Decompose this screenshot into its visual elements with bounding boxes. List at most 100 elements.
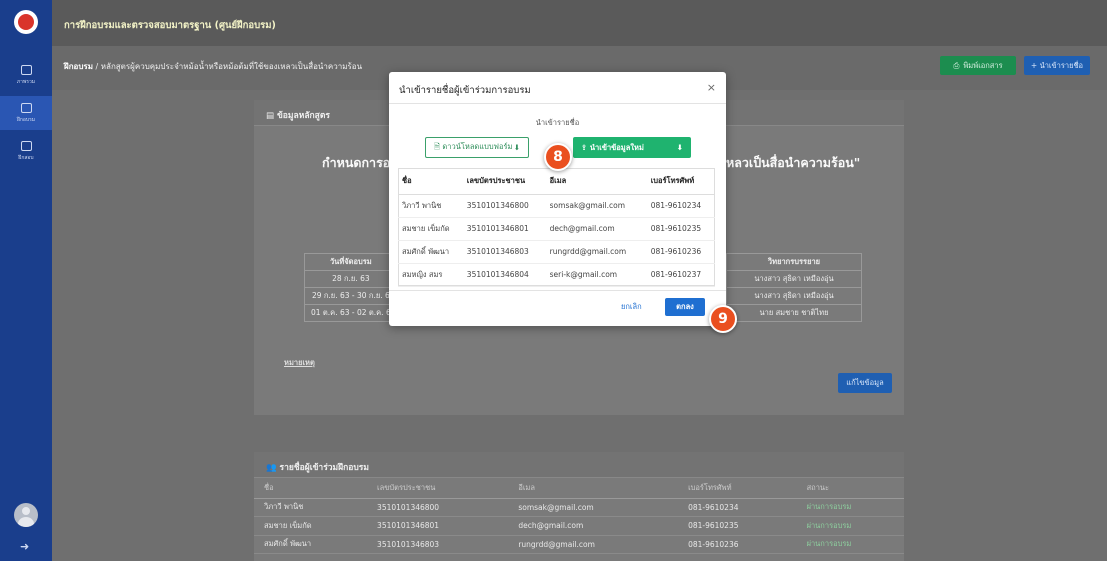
cell-phone: 081-9610234 xyxy=(678,498,797,517)
sidebar-item-label: ฝึกอบรม xyxy=(16,116,36,123)
status-badge: ผ่านการอบรม xyxy=(796,516,904,536)
cell-email: dech@gmail.com xyxy=(545,217,647,241)
cell-email: dech@gmail.com xyxy=(508,516,679,536)
cell-id: 3510101346801 xyxy=(462,217,546,241)
step-marker-9: 9 xyxy=(709,305,737,333)
note-link[interactable]: หมายเหตุ xyxy=(284,357,315,369)
sidebar-item-label: ฝึกสอบ xyxy=(18,154,34,161)
import-new-label: นำเข้าข้อมูลใหม่ xyxy=(589,142,644,152)
sidebar-item-training[interactable]: ฝึกอบรม xyxy=(0,96,52,130)
table-row: สมชาย เข็มกัด 3510101346801 dech@gmail.c… xyxy=(254,516,904,536)
app-title: การฝึกอบรมและตรวจสอบมาตรฐาน (ศูนย์ฝึกอบร… xyxy=(64,20,276,31)
col-id[interactable]: เลขบัตรประชาชน xyxy=(367,478,509,499)
cell-email: rungrdd@gmail.com xyxy=(508,535,679,554)
status-badge: ผ่านการอบรม xyxy=(796,535,904,554)
app-logo[interactable] xyxy=(14,10,38,34)
schedule-table-right: วิทยากรบรรยาย นางสาว สุธิดา เหมืองอุ่น น… xyxy=(726,253,862,322)
training-icon xyxy=(20,102,32,113)
cell-email: seri-k@gmail.com xyxy=(545,263,647,287)
sidebar: ภาพรวม ฝึกอบรม ฝึกสอบ ➜ xyxy=(0,0,52,561)
step-marker-8: 8 xyxy=(544,143,572,171)
document-icon: ▤ xyxy=(266,111,277,121)
table-row: วิภาวี พานิช 3510101346800 somsak@gmail.… xyxy=(254,498,904,517)
dashboard-icon xyxy=(20,64,32,75)
download-template-label: ดาวน์โหลดแบบฟอร์ม xyxy=(442,142,513,151)
schedule-date: 29 ก.ย. 63 - 30 ก.ย. 6 xyxy=(304,287,398,305)
col-phone[interactable]: เบอร์โทรศัพท์ xyxy=(678,478,797,499)
exam-icon xyxy=(20,140,32,151)
col-status[interactable]: สถานะ xyxy=(796,478,904,499)
print-button[interactable]: ⎙ พิมพ์เอกสาร xyxy=(940,56,1016,75)
participants-card-title: รายชื่อผู้เข้าร่วมฝึกอบรม xyxy=(279,463,369,473)
cell-id: 3510101346800 xyxy=(462,194,546,218)
logout-icon[interactable]: ➜ xyxy=(20,540,29,553)
table-row: สมศักดิ์ พัฒนา 3510101346803 rungrdd@gma… xyxy=(254,535,904,554)
col-email[interactable]: อีเมล xyxy=(508,478,679,499)
cell-phone: 081-9610235 xyxy=(646,217,715,241)
schedule-lecturer: นาย สมชาย ชาติไทย xyxy=(726,304,862,322)
participants-table: ชื่อ เลขบัตรประชาชน อีเมล เบอร์โทรศัพท์ … xyxy=(254,478,904,554)
col-email: อีเมล xyxy=(545,168,647,195)
modal-subtitle: นำเข้ารายชื่อ xyxy=(535,118,580,127)
status-badge: ผ่านการอบรม xyxy=(796,498,904,517)
schedule-table-left: วันที่จัดอบรม 28 ก.ย. 63 29 ก.ย. 63 - 30… xyxy=(304,253,398,322)
breadcrumb-root[interactable]: ฝึกอบรม xyxy=(64,62,93,71)
file-icon: 🗎 xyxy=(434,142,441,151)
avatar[interactable] xyxy=(14,503,38,527)
col-phone: เบอร์โทรศัพท์ xyxy=(646,168,715,195)
table-row: สมชาย เข็มกัด 3510101346801 dech@gmail.c… xyxy=(398,217,715,241)
top-bar: การฝึกอบรมและตรวจสอบมาตรฐาน (ศูนย์ฝึกอบร… xyxy=(52,0,1107,46)
cell-name: สมหญิง สมร xyxy=(398,263,463,287)
schedule-date: 01 ต.ค. 63 - 02 ต.ค. 6 xyxy=(304,304,398,322)
cell-email: rungrdd@gmail.com xyxy=(545,240,647,264)
print-button-label: พิมพ์เอกสาร xyxy=(963,60,1003,70)
printer-icon: ⎙ xyxy=(953,60,960,70)
participants-card-header: 👥 รายชื่อผู้เข้าร่วมฝึกอบรม xyxy=(254,452,904,478)
users-icon: 👥 xyxy=(266,463,280,473)
col-name: ชื่อ xyxy=(398,168,463,195)
cell-name: สมชาย เข็มกัด xyxy=(254,516,368,536)
cell-email: somsak@gmail.com xyxy=(508,498,679,517)
cell-email: somsak@gmail.com xyxy=(545,194,647,218)
cell-id: 3510101346801 xyxy=(367,516,509,536)
schedule-lecturer: นางสาว สุธิดา เหมืองอุ่น xyxy=(726,287,862,305)
cell-phone: 081-9610236 xyxy=(678,535,797,554)
sidebar-item-exam[interactable]: ฝึกสอบ xyxy=(0,134,52,168)
col-lecturer: วิทยากรบรรยาย xyxy=(726,253,862,271)
schedule-date: 28 ก.ย. 63 xyxy=(304,270,398,288)
cell-name: วิภาวี พานิช xyxy=(398,194,463,218)
cell-id: 3510101346803 xyxy=(462,240,546,264)
import-names-button[interactable]: + นำเข้ารายชื่อ xyxy=(1024,56,1090,75)
course-card-title: ข้อมูลหลักสูตร xyxy=(277,111,330,121)
cell-id: 3510101346800 xyxy=(367,498,509,517)
schedule-heading-right: หลวเป็นสื่อนำความร้อน" xyxy=(726,155,861,170)
ok-button[interactable]: ตกลง xyxy=(665,298,705,316)
breadcrumb: ฝึกอบรม / หลักสูตรผู้ควบคุมประจำหม้อน้ำห… xyxy=(64,60,362,73)
import-modal: นำเข้ารายชื่อผู้เข้าร่วมการอบรม × นำเข้า… xyxy=(389,72,726,326)
preview-table: ชื่อ เลขบัตรประชาชน อีเมล เบอร์โทรศัพท์ … xyxy=(398,168,715,287)
table-row: สมหญิง สมร 3510101346804 seri-k@gmail.co… xyxy=(398,263,715,287)
upload-icon: ⇪ xyxy=(581,142,588,152)
edit-button[interactable]: แก้ไขข้อมูล xyxy=(838,373,892,393)
divider xyxy=(389,290,726,291)
schedule-lecturer: นางสาว สุธิดา เหมืองอุ่น xyxy=(726,270,862,288)
breadcrumb-path: / หลักสูตรผู้ควบคุมประจำหม้อน้ำหรือหม้อต… xyxy=(92,62,363,71)
col-name[interactable]: ชื่อ xyxy=(254,478,368,499)
download-icon: ⬇ xyxy=(513,143,520,152)
col-date: วันที่จัดอบรม xyxy=(304,253,398,271)
cell-name: วิภาวี พานิช xyxy=(254,498,368,517)
cell-phone: 081-9610237 xyxy=(646,263,715,287)
cell-phone: 081-9610234 xyxy=(646,194,715,218)
cell-name: สมศักดิ์ พัฒนา xyxy=(398,240,463,264)
download-template-button[interactable]: 🗎 ดาวน์โหลดแบบฟอร์ม ⬇ xyxy=(425,137,529,158)
divider xyxy=(389,103,726,104)
sidebar-item-label: ภาพรวม xyxy=(16,78,36,85)
modal-title: นำเข้ารายชื่อผู้เข้าร่วมการอบรม xyxy=(399,85,531,96)
cancel-button[interactable]: ยกเลิก xyxy=(621,301,642,313)
cell-id: 3510101346804 xyxy=(462,263,546,287)
import-new-button[interactable]: ⇪ นำเข้าข้อมูลใหม่ ⬇ xyxy=(573,137,691,158)
close-icon[interactable]: × xyxy=(707,81,716,94)
table-row: วิภาวี พานิช 3510101346800 somsak@gmail.… xyxy=(398,194,715,218)
cell-name: สมศักดิ์ พัฒนา xyxy=(254,535,368,554)
sidebar-item-overview[interactable]: ภาพรวม xyxy=(0,58,52,92)
